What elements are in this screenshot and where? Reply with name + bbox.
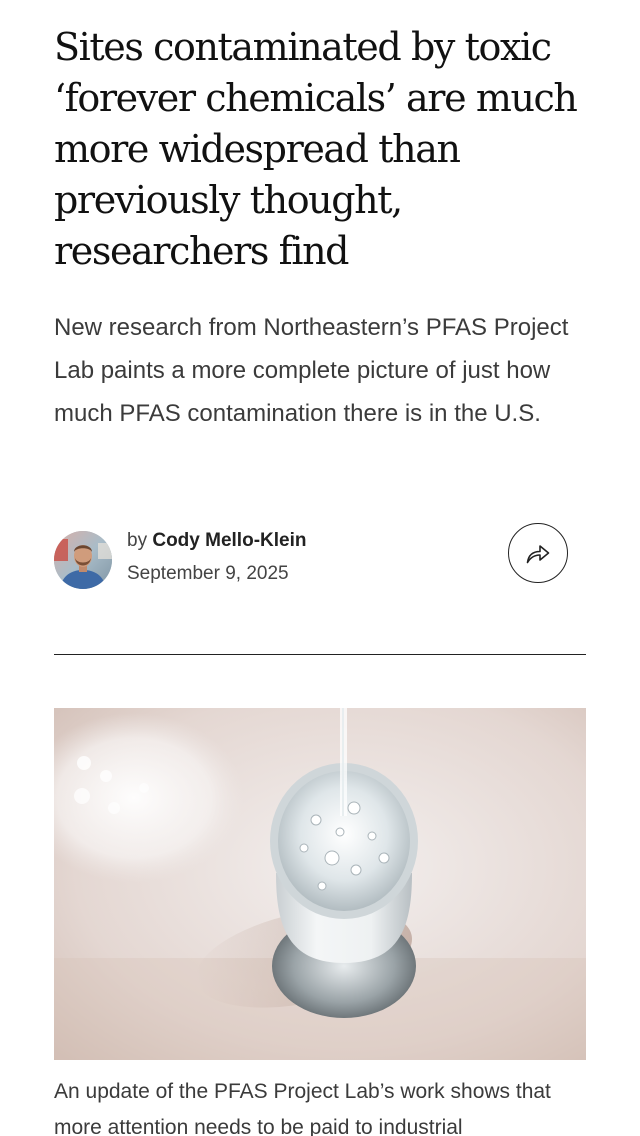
author-name-link[interactable]: Cody Mello-Klein — [152, 530, 306, 551]
author-line: by Cody Mello-Klein — [127, 530, 306, 552]
publish-date: September 9, 2025 — [127, 563, 289, 584]
article-page: Sites contaminated by toxic ‘forever che… — [0, 0, 640, 1136]
hero-image[interactable] — [54, 708, 586, 1060]
article-dek: New research from Northeastern’s PFAS Pr… — [54, 314, 569, 427]
byline-prefix: by — [127, 530, 148, 551]
author-photo — [54, 531, 112, 589]
share-button[interactable] — [508, 523, 568, 583]
share-arrow-icon — [526, 545, 550, 564]
image-caption: An update of the PFAS Project Lab’s work… — [54, 1080, 551, 1136]
section-divider — [54, 654, 586, 655]
byline: by Cody Mello-Klein September 9, 2025 — [54, 523, 586, 592]
author-avatar[interactable] — [54, 531, 112, 589]
article-headline: Sites contaminated by toxic ‘forever che… — [54, 25, 578, 273]
